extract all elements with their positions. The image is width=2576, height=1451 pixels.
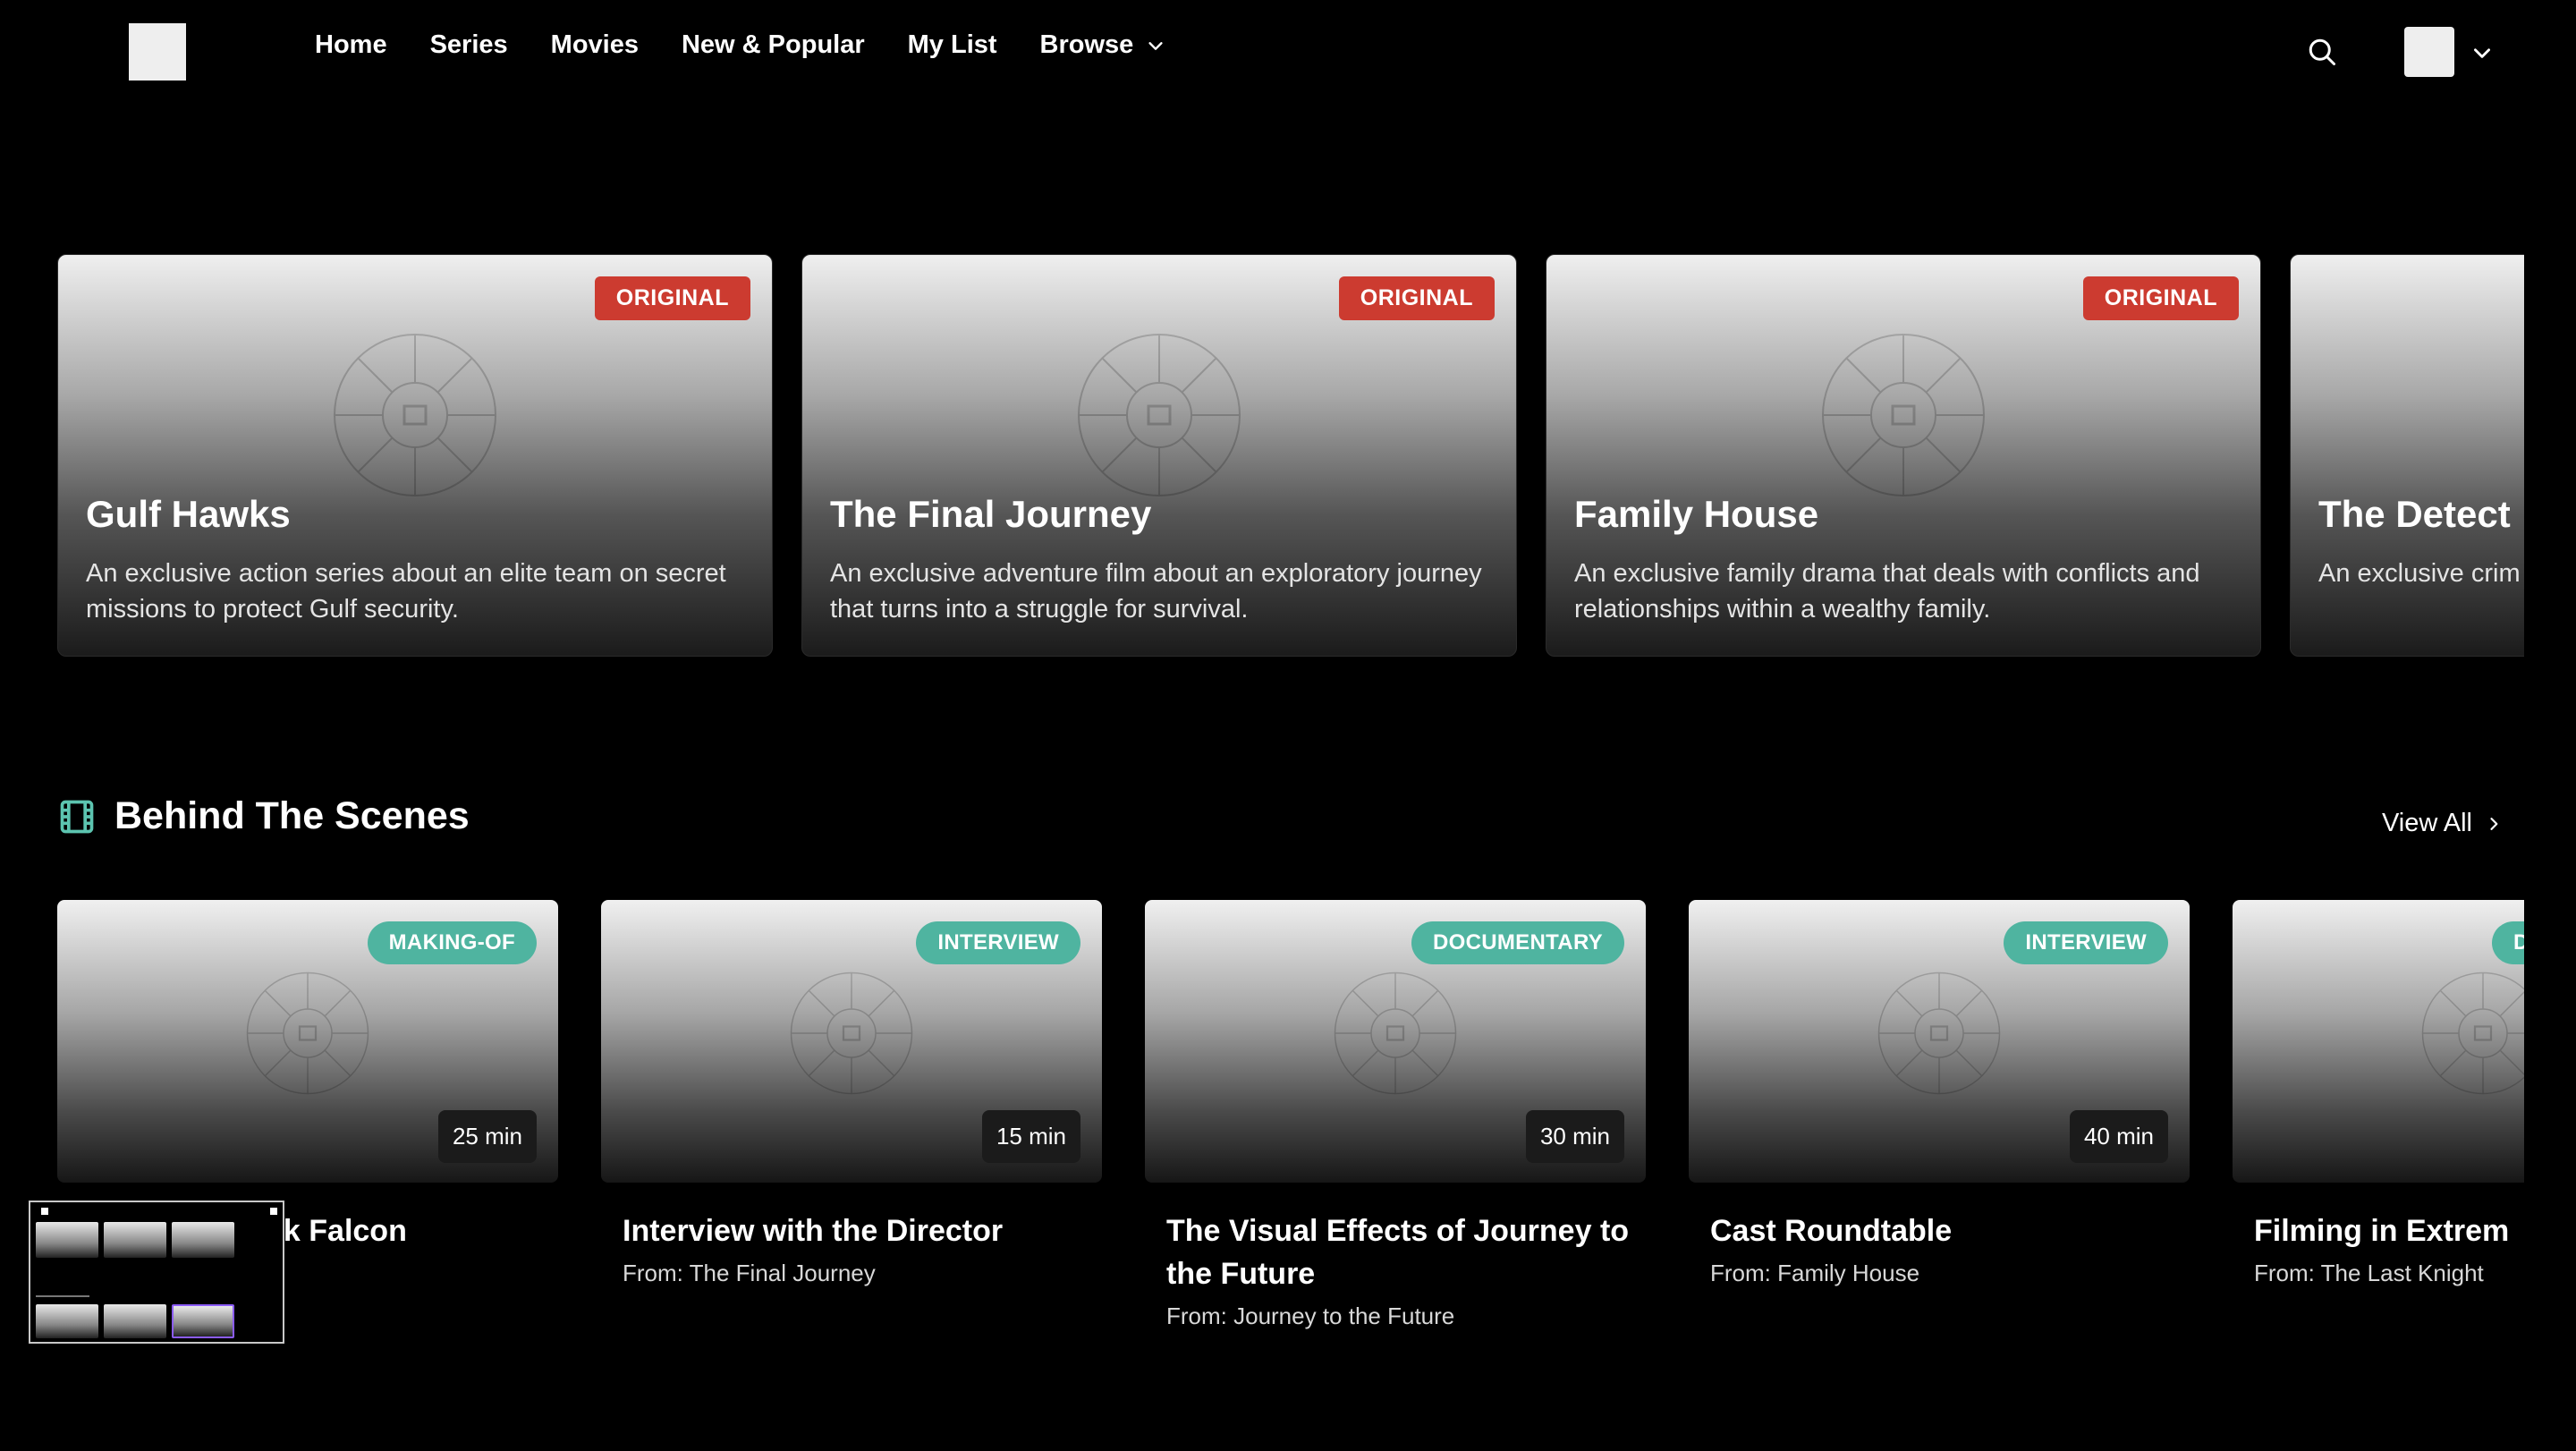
image-placeholder-icon xyxy=(246,972,369,1094)
avatar[interactable] xyxy=(2404,27,2454,77)
original-badge: ORIGINAL xyxy=(2082,276,2239,320)
mini-avatar xyxy=(270,1208,277,1215)
image-placeholder-icon xyxy=(334,334,496,497)
page-preview-thumbnail[interactable] xyxy=(29,1201,284,1344)
duration-badge: 40 min xyxy=(2069,1110,2168,1163)
bts-card[interactable]: INTERVIEW 15 min Interview with the Dire… xyxy=(601,900,1102,1287)
section-title: Behind The Scenes xyxy=(114,794,470,837)
chevron-down-icon[interactable] xyxy=(2470,41,2494,64)
search-icon[interactable] xyxy=(2306,36,2338,68)
image-placeholder-icon xyxy=(1334,972,1457,1094)
mini-logo xyxy=(41,1208,48,1215)
nav-home-label: Home xyxy=(315,30,387,59)
section-header: Behind The Scenes xyxy=(57,794,470,838)
nav-browse-label: Browse xyxy=(1039,30,1134,59)
behind-the-scenes-carousel[interactable]: MAKING-OF 25 min ck Falcon INTERVIEW 15 … xyxy=(57,900,2524,1347)
view-all-label: View All xyxy=(2381,809,2472,837)
bts-source: From: Journey to the Future xyxy=(1166,1303,1455,1329)
original-title: Family House xyxy=(1574,493,1819,535)
image-placeholder-icon xyxy=(1822,334,1985,497)
original-card[interactable]: The Detect An exclusive crim solved by a… xyxy=(2290,254,2524,657)
nav-series-label: Series xyxy=(429,30,508,59)
nav-home[interactable]: Home xyxy=(315,30,387,60)
original-badge: ORIGINAL xyxy=(1338,276,1495,320)
bts-source: From: The Final Journey xyxy=(623,1260,876,1286)
duration-badge: 15 min xyxy=(981,1110,1080,1163)
bts-title: Filming in Extrem xyxy=(2254,1214,2510,1248)
originals-carousel[interactable]: ORIGINAL Gulf Hawks An exclusive action … xyxy=(57,254,2524,658)
bts-thumbnail[interactable]: INTERVIEW 40 min xyxy=(1689,900,2190,1183)
bts-title: ck Falcon xyxy=(267,1214,407,1248)
original-title: Gulf Hawks xyxy=(86,493,291,535)
mini-card xyxy=(172,1222,234,1258)
duration-badge: 30 min xyxy=(1525,1110,1624,1163)
logo[interactable] xyxy=(129,23,186,81)
bts-card[interactable]: D Filming in Extrem From: The Last Knigh… xyxy=(2233,900,2524,1287)
original-description: An exclusive action series about an elit… xyxy=(86,559,726,624)
bts-badge: INTERVIEW xyxy=(2004,921,2168,964)
original-description: An exclusive family drama that deals wit… xyxy=(1574,559,2200,624)
nav-my-list-label: My List xyxy=(907,30,997,59)
image-placeholder-icon xyxy=(1877,972,2001,1094)
original-card[interactable]: ORIGINAL Gulf Hawks An exclusive action … xyxy=(57,254,773,657)
original-title: The Final Journey xyxy=(830,493,1152,535)
bts-thumbnail[interactable]: DOCUMENTARY 30 min xyxy=(1145,900,1646,1183)
chevron-right-icon xyxy=(2490,817,2498,830)
bts-thumbnail[interactable]: INTERVIEW 15 min xyxy=(601,900,1102,1183)
nav-new-popular[interactable]: New & Popular xyxy=(682,30,865,60)
mini-card xyxy=(104,1304,166,1338)
bts-card[interactable]: MAKING-OF 25 min ck Falcon xyxy=(57,900,558,1252)
original-description: An exclusive adventure film about an exp… xyxy=(830,559,1482,624)
nav-my-list[interactable]: My List xyxy=(908,30,997,60)
bts-thumbnail[interactable]: MAKING-OF 25 min xyxy=(57,900,558,1183)
bts-source: From: Family House xyxy=(1710,1260,1920,1286)
bts-title: Cast Roundtable xyxy=(1710,1214,1953,1248)
film-icon xyxy=(60,800,94,833)
nav-movies[interactable]: Movies xyxy=(551,30,639,60)
bts-badge: INTERVIEW xyxy=(916,921,1080,964)
bts-thumbnail[interactable]: D xyxy=(2233,900,2524,1183)
original-card[interactable]: ORIGINAL Family House An exclusive famil… xyxy=(1546,254,2261,657)
view-all-link[interactable]: View All xyxy=(2382,809,2503,838)
bts-badge: D xyxy=(2492,921,2524,964)
bts-card[interactable]: DOCUMENTARY 30 min The Visual Effects of… xyxy=(1145,900,1646,1330)
image-placeholder-icon xyxy=(790,972,913,1094)
nav-series[interactable]: Series xyxy=(430,30,508,60)
duration-badge: 25 min xyxy=(437,1110,537,1163)
bts-title: The Visual Effects of Journey to the Fut… xyxy=(1166,1214,1630,1291)
bts-card[interactable]: INTERVIEW 40 min Cast Roundtable From: F… xyxy=(1689,900,2190,1287)
bts-title: Interview with the Director xyxy=(623,1214,1004,1248)
bts-badge: MAKING-OF xyxy=(367,921,537,964)
bts-badge: DOCUMENTARY xyxy=(1411,921,1624,964)
original-card[interactable]: ORIGINAL The Final Journey An exclusive … xyxy=(801,254,1517,657)
nav-movies-label: Movies xyxy=(550,30,639,59)
bts-source: From: The Last Knight xyxy=(2254,1260,2484,1286)
original-badge: ORIGINAL xyxy=(594,276,750,320)
mini-section-title xyxy=(36,1295,89,1297)
image-placeholder-icon xyxy=(2421,972,2524,1094)
chevron-down-icon xyxy=(1148,41,1163,50)
mini-card xyxy=(104,1222,166,1258)
original-description: An exclusive crim solved by a brillia xyxy=(2318,559,2524,588)
image-placeholder-icon xyxy=(1078,334,1241,497)
original-title: The Detect xyxy=(2318,493,2511,535)
mini-card xyxy=(36,1304,98,1338)
main-nav: Home Series Movies New & Popular My List… xyxy=(315,30,1165,60)
nav-browse[interactable]: Browse xyxy=(1040,30,1166,60)
nav-new-popular-label: New & Popular xyxy=(681,30,865,59)
mini-card-selected xyxy=(172,1304,234,1338)
mini-card xyxy=(36,1222,98,1258)
top-navigation-bar: Home Series Movies New & Popular My List… xyxy=(0,0,2576,104)
